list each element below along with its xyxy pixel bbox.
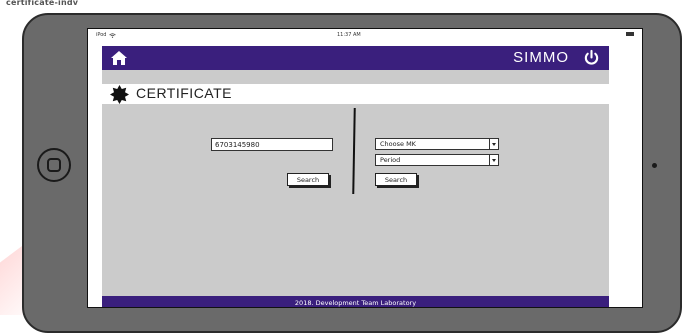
form-divider (352, 107, 356, 195)
tablet-home-button[interactable] (37, 148, 71, 182)
choose-mk-select[interactable]: Choose MK (375, 138, 499, 150)
battery-icon (626, 32, 634, 36)
carrier-label: iPod (96, 32, 107, 38)
page-title-bar: CERTIFICATE (102, 84, 609, 104)
page-title: CERTIFICATE (136, 85, 232, 101)
search-button-left-label: Search (296, 175, 320, 184)
choose-mk-value: Choose MK (380, 140, 416, 148)
home-button-square-icon (47, 158, 61, 172)
search-button-left[interactable]: Search (287, 173, 329, 186)
tablet-camera-icon (652, 163, 657, 168)
status-time: 11:37 AM (337, 32, 361, 38)
app-brand: SIMMO (513, 49, 569, 66)
footer-text: 2018. Development Team Laboratory (294, 298, 417, 307)
status-bar: iPod 11:37 AM (88, 29, 642, 41)
search-button-right[interactable]: Search (375, 173, 417, 186)
student-id-input[interactable] (211, 138, 333, 151)
period-value: Period (380, 156, 401, 164)
search-button-right-label: Search (384, 175, 408, 184)
status-left: iPod (96, 32, 117, 38)
app-header: SIMMO (102, 46, 609, 70)
chevron-down-icon[interactable] (489, 154, 499, 166)
certificate-seal-icon (110, 85, 129, 104)
home-icon[interactable] (110, 49, 128, 67)
app-footer: 2018. Development Team Laboratory (102, 296, 609, 307)
app-window: SIMMO CERTIFICATE Search Choose MK (102, 46, 609, 307)
period-select[interactable]: Period (375, 154, 499, 166)
device-screen: iPod 11:37 AM SIMMO CERTIFICATE 67031459… (87, 28, 643, 308)
power-icon[interactable] (583, 49, 600, 66)
chevron-down-icon[interactable] (489, 138, 499, 150)
page-caption: certificate-indv (6, 0, 79, 7)
wifi-icon (109, 32, 117, 38)
tablet-frame: iPod 11:37 AM SIMMO CERTIFICATE 67031459… (22, 13, 682, 333)
